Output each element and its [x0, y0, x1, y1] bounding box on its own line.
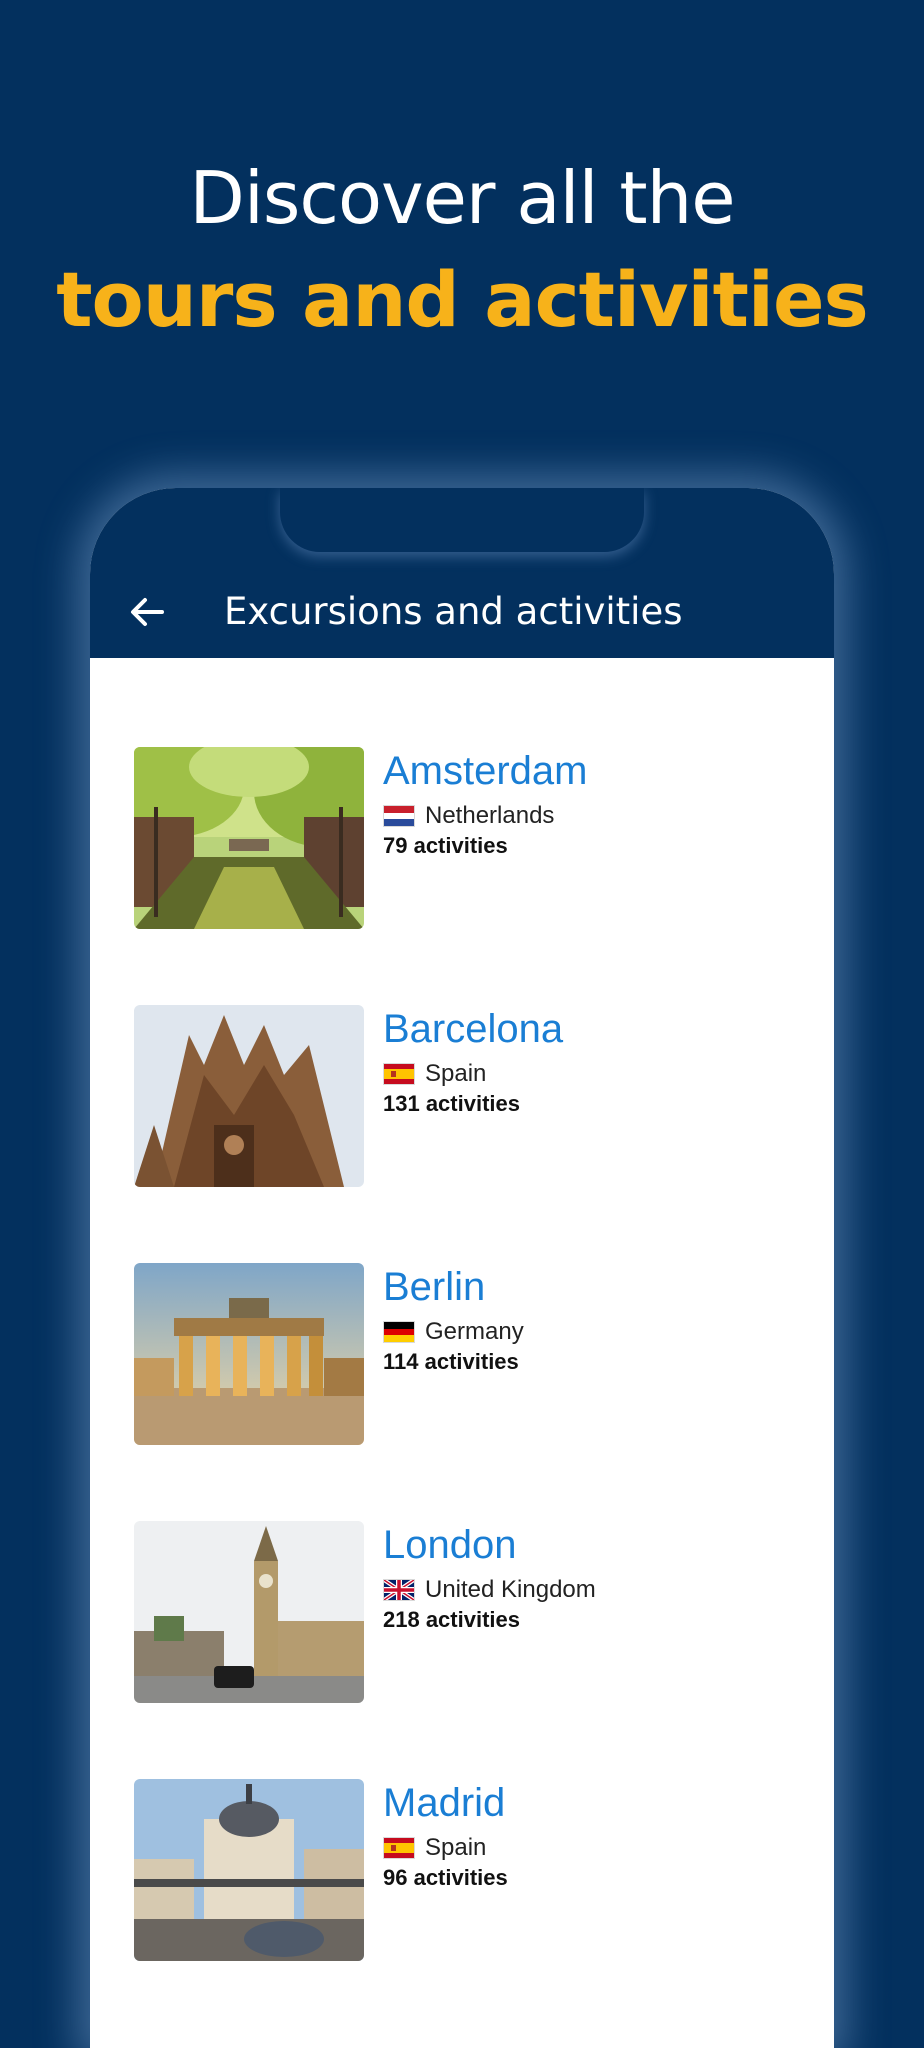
activity-count: 96 activities [383, 1865, 508, 1890]
activity-count: 131 activities [383, 1091, 520, 1116]
headline-line-2: tours and activities [56, 255, 869, 344]
city-name: Madrid [383, 1781, 506, 1825]
destination-item-madrid[interactable]: Madrid Spain 96 activities [134, 1779, 794, 1961]
headline-line-1: Discover all the [189, 156, 735, 240]
phone-notch [280, 488, 644, 552]
uk-flag-icon [383, 1579, 415, 1601]
phone-frame: Excursions and activities Amsterdam Neth… [90, 488, 834, 2048]
madrid-thumbnail [134, 1779, 364, 1961]
country-name: United Kingdom [425, 1576, 596, 1603]
city-name: London [383, 1523, 517, 1567]
country-name: Spain [425, 1834, 487, 1861]
country-name: Germany [425, 1318, 524, 1345]
back-button[interactable] [118, 588, 176, 636]
barcelona-thumbnail [134, 1005, 364, 1187]
app-bar: Excursions and activities [90, 488, 834, 658]
berlin-thumbnail [134, 1263, 364, 1445]
london-thumbnail [134, 1521, 364, 1703]
country-name: Netherlands [425, 802, 555, 829]
spain-flag-icon [383, 1837, 415, 1859]
germany-flag-icon [383, 1321, 415, 1343]
arrow-left-icon [131, 598, 164, 626]
destination-item-london[interactable]: London United Kingdom 218 activities [134, 1521, 794, 1703]
netherlands-flag-icon [383, 805, 415, 827]
promo-headline: Discover all the tours and activities [0, 148, 924, 352]
destination-item-berlin[interactable]: Berlin Germany 114 activities [134, 1263, 794, 1445]
amsterdam-thumbnail [134, 747, 364, 929]
city-name: Amsterdam [383, 749, 588, 793]
page-title: Excursions and activities [224, 590, 683, 633]
destination-item-barcelona[interactable]: Barcelona Spain 131 activities [134, 1005, 794, 1187]
destination-item-amsterdam[interactable]: Amsterdam Netherlands 79 activities [134, 747, 794, 929]
city-name: Berlin [383, 1265, 486, 1309]
activity-count: 79 activities [383, 833, 508, 858]
spain-flag-icon [383, 1063, 415, 1085]
activity-count: 218 activities [383, 1607, 520, 1632]
activity-count: 114 activities [383, 1349, 519, 1374]
country-name: Spain [425, 1060, 487, 1087]
city-name: Barcelona [383, 1007, 564, 1051]
